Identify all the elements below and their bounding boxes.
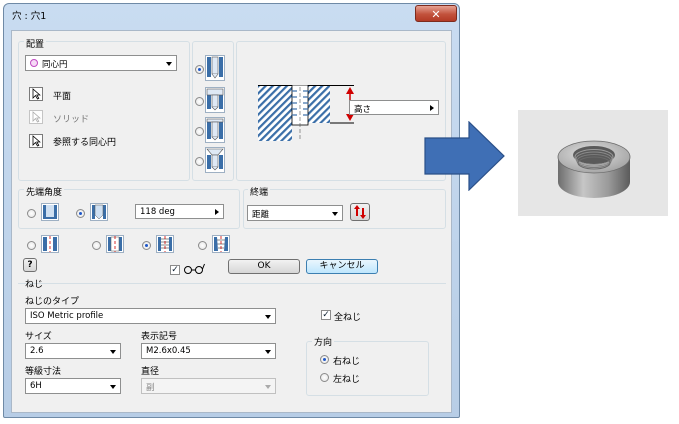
cursor-arrow-icon xyxy=(32,111,41,123)
angle-drill-point-radio[interactable] xyxy=(76,209,85,218)
left-hand-label: 左ねじ xyxy=(333,375,361,385)
tapped-hole-icon[interactable] xyxy=(156,235,174,253)
flip-direction-button[interactable] xyxy=(350,203,370,221)
dialog-title: 穴 : 穴1 xyxy=(12,11,47,22)
dialog-client-area: 配置 同心円 平面 ソリッド 参照する同心円 高さ 先端角度 118 deg 終… xyxy=(11,30,452,413)
hole-depth-input[interactable]: 高さ xyxy=(349,100,439,115)
full-depth-checkbox[interactable]: ✓ xyxy=(321,310,331,320)
taper-tapped-hole-icon[interactable] xyxy=(212,235,230,253)
threaded-nut-image xyxy=(557,140,631,198)
help-icon: ? xyxy=(27,260,33,270)
threads-heading: ねじ xyxy=(25,280,44,290)
chevron-down-icon xyxy=(110,350,116,354)
chevron-right-icon[interactable] xyxy=(430,105,434,111)
termination-heading: 終端 xyxy=(248,185,271,198)
clearance-hole-icon[interactable] xyxy=(106,235,124,253)
hole-depth-value: 高さ xyxy=(354,105,372,115)
chevron-down-icon xyxy=(110,385,116,389)
drilled-hole-icon[interactable] xyxy=(205,55,225,81)
cursor-arrow-icon xyxy=(32,135,41,147)
tapped-hole-radio[interactable] xyxy=(142,241,151,250)
glasses-icon xyxy=(184,263,205,274)
drill-point-heading: 先端角度 xyxy=(24,185,65,198)
designation-label: 表示記号 xyxy=(141,332,178,342)
right-hand-label: 右ねじ xyxy=(333,357,361,367)
thread-type-select[interactable]: ISO Metric profile xyxy=(25,308,276,324)
solid-label: ソリッド xyxy=(53,115,90,125)
right-hand-radio[interactable] xyxy=(320,355,329,364)
spotface-hole-icon[interactable] xyxy=(205,117,225,143)
cursor-arrow-icon xyxy=(32,88,41,100)
placement-heading: 配置 xyxy=(24,37,47,50)
hole-section-preview xyxy=(258,85,354,141)
designation-select[interactable]: M2.6x0.45 xyxy=(141,343,276,359)
placement-type-select[interactable]: 同心円 xyxy=(25,55,177,71)
cancel-button[interactable]: キャンセル xyxy=(306,259,378,274)
flat-bottom-icon[interactable] xyxy=(41,203,59,221)
size-label: サイズ xyxy=(25,332,52,342)
chevron-right-icon[interactable] xyxy=(215,209,219,215)
drill-angle-input[interactable]: 118 deg xyxy=(135,204,224,219)
plane-label: 平面 xyxy=(53,92,72,102)
thread-type-value: ISO Metric profile xyxy=(30,311,104,321)
countersink-hole-icon[interactable] xyxy=(205,147,225,173)
ok-button[interactable]: OK xyxy=(228,259,300,274)
hole-type-spotface-radio[interactable] xyxy=(195,127,204,136)
class-label: 等級寸法 xyxy=(25,367,62,377)
size-select[interactable]: 2.6 xyxy=(25,343,121,359)
hole-type-drilled-radio[interactable] xyxy=(195,65,204,74)
chevron-down-icon xyxy=(265,385,271,389)
counterbore-hole-icon[interactable] xyxy=(205,87,225,113)
hole-type-counterbore-radio[interactable] xyxy=(195,97,204,106)
placement-type-value: 同心円 xyxy=(42,60,68,70)
taper-tapped-hole-radio[interactable] xyxy=(198,241,207,250)
diameter-label: 直径 xyxy=(141,367,160,377)
direction-heading: 方向 xyxy=(312,335,335,348)
full-depth-label: 全ねじ xyxy=(334,313,362,323)
clearance-hole-radio[interactable] xyxy=(92,241,101,250)
chevron-down-icon xyxy=(166,62,172,66)
left-hand-radio[interactable] xyxy=(320,373,329,382)
solid-select-button[interactable] xyxy=(29,110,43,124)
hole-dialog: 穴 : 穴1 ✕ 配置 同心円 平面 ソリッド 参照する同心円 高さ 先端角度 … xyxy=(3,3,460,418)
threaded-part-render xyxy=(518,110,668,216)
hole-type-countersink-radio[interactable] xyxy=(195,157,204,166)
flip-direction-icon xyxy=(354,205,366,219)
close-button[interactable]: ✕ xyxy=(415,5,457,22)
chevron-down-icon xyxy=(265,315,271,319)
class-select[interactable]: 6H xyxy=(25,378,121,394)
class-value: 6H xyxy=(30,381,42,391)
simple-hole-radio[interactable] xyxy=(27,241,36,250)
concentric-icon xyxy=(30,59,38,67)
diameter-select[interactable]: 副 xyxy=(141,378,276,394)
right-arrow-icon xyxy=(424,121,505,191)
help-button[interactable]: ? xyxy=(23,258,37,272)
flat-drill-point-radio[interactable] xyxy=(27,209,36,218)
thread-type-label: ねじのタイプ xyxy=(25,297,80,307)
termination-value: 距離 xyxy=(252,210,270,220)
title-bar[interactable]: 穴 : 穴1 ✕ xyxy=(4,4,459,26)
designation-value: M2.6x0.45 xyxy=(146,346,191,356)
preview-checkbox[interactable]: ✓ xyxy=(170,265,180,275)
termination-select[interactable]: 距離 xyxy=(247,205,343,221)
plane-select-button[interactable] xyxy=(29,87,43,101)
concentric-ref-select-button[interactable] xyxy=(29,134,43,148)
concentric-ref-label: 参照する同心円 xyxy=(53,138,117,148)
size-value: 2.6 xyxy=(30,346,44,356)
diameter-value: 副 xyxy=(146,383,155,393)
drill-angle-value: 118 deg xyxy=(140,207,175,217)
direction-group xyxy=(306,341,429,396)
simple-hole-icon[interactable] xyxy=(41,235,59,253)
chevron-down-icon xyxy=(265,350,271,354)
angled-bottom-icon[interactable] xyxy=(90,203,108,221)
chevron-down-icon xyxy=(332,212,338,216)
